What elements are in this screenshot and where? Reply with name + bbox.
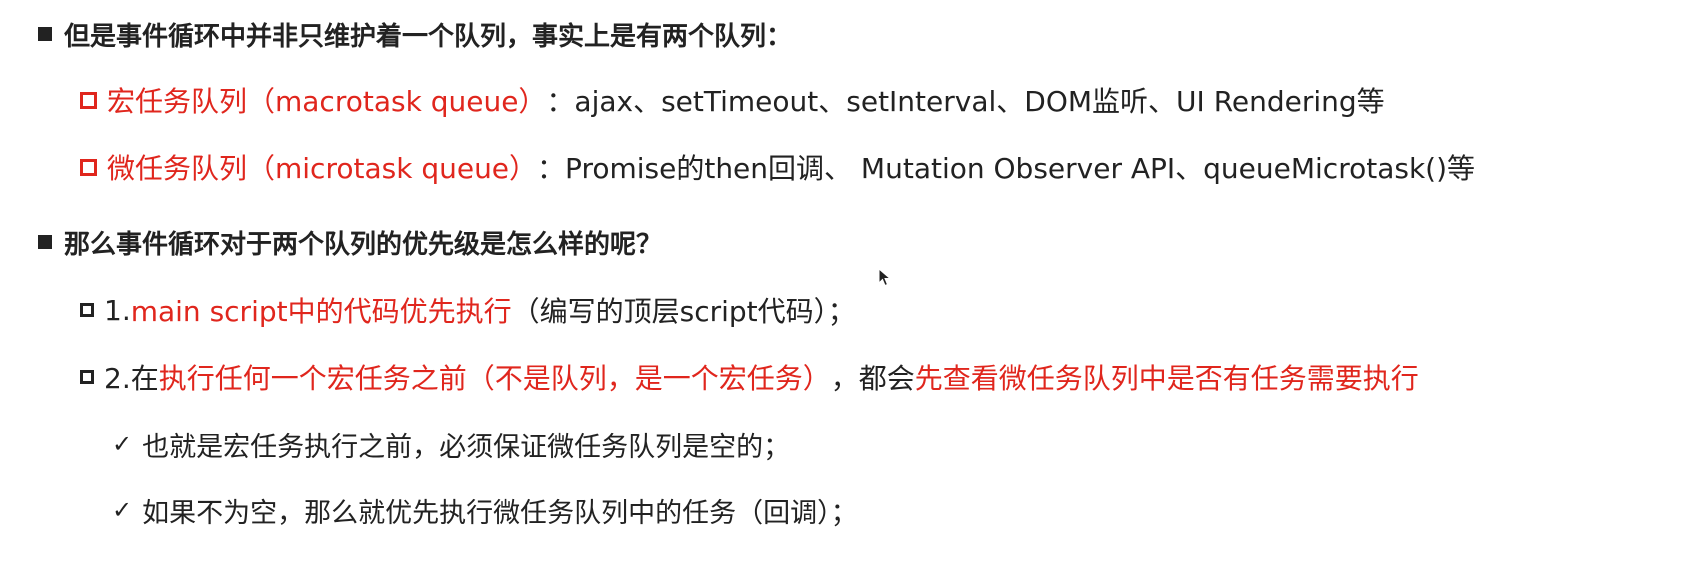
- checkmark-icon: ✓: [112, 496, 133, 524]
- sub-item-2: ✓ 如果不为空，那么就优先执行微任务队列中的任务（回调）；: [112, 490, 858, 530]
- item2-middle: ，都会: [830, 362, 915, 395]
- item1-prefix: 1.: [104, 293, 131, 327]
- heading-queues: 但是事件循环中并非只维护着一个队列，事实上是有两个队列：: [38, 14, 792, 54]
- sub-item-1: ✓ 也就是宏任务执行之前，必须保证微任务队列是空的；: [112, 424, 790, 464]
- heading-priority-text: 那么事件循环对于两个队列的优先级是怎么样的呢？: [64, 229, 663, 260]
- box-bullet-icon: [80, 158, 97, 176]
- microtask-label: 微任务队列（microtask queue）: [107, 152, 538, 185]
- macrotask-desc: ：ajax、setTimeout、setInterval、DOM监听、UI Re…: [546, 85, 1385, 118]
- macrotask-item: 宏任务队列（macrotask queue） ：ajax、setTimeout、…: [80, 80, 1385, 120]
- checkmark-icon: ✓: [112, 430, 133, 458]
- box-bullet-icon: [80, 303, 94, 317]
- microtask-desc: ：Promise的then回调、 Mutation Observer API、q…: [537, 152, 1476, 185]
- sub-item-2-text: 如果不为空，那么就优先执行微任务队列中的任务（回调）；: [142, 497, 858, 529]
- priority-item-1: 1. main script中的代码优先执行 （编写的顶层script代码）；: [80, 290, 856, 330]
- item2-prefix: 2.在: [104, 362, 159, 395]
- macrotask-label: 宏任务队列（macrotask queue）: [107, 85, 547, 118]
- square-bullet-icon: [38, 27, 52, 41]
- item2-highlight1: 执行任何一个宏任务之前（不是队列，是一个宏任务）: [158, 362, 831, 395]
- sub-item-1-text: 也就是宏任务执行之前，必须保证微任务队列是空的；: [142, 431, 791, 463]
- square-bullet-icon: [38, 235, 52, 249]
- item2-highlight2: 先查看微任务队列中是否有任务需要执行: [914, 362, 1419, 395]
- microtask-item: 微任务队列（microtask queue） ：Promise的then回调、 …: [80, 147, 1475, 187]
- priority-item-2: 2.在 执行任何一个宏任务之前（不是队列，是一个宏任务） ，都会 先查看微任务队…: [80, 357, 1419, 397]
- heading-queues-text: 但是事件循环中并非只维护着一个队列，事实上是有两个队列：: [64, 21, 793, 52]
- mouse-cursor-icon: [878, 268, 892, 287]
- item1-rest: （编写的顶层script代码）；: [511, 295, 856, 328]
- box-bullet-icon: [80, 370, 94, 384]
- box-bullet-icon: [80, 91, 97, 109]
- heading-priority: 那么事件循环对于两个队列的优先级是怎么样的呢？: [38, 222, 662, 262]
- item1-highlight: main script中的代码优先执行: [130, 295, 512, 328]
